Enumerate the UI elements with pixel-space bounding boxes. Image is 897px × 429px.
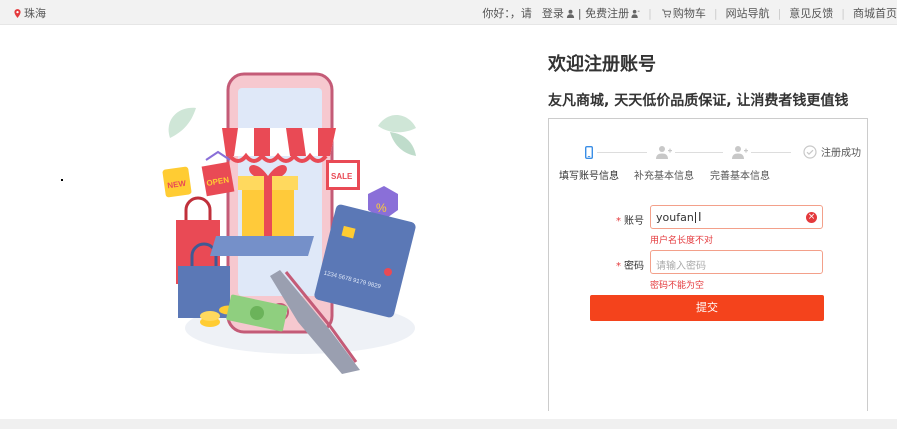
page-title: 欢迎注册账号 — [548, 54, 656, 75]
cart-icon — [661, 9, 671, 18]
text-caret — [694, 212, 696, 223]
step-label: 完善基本信息 — [710, 171, 770, 182]
ibeam-cursor-icon: I — [698, 210, 702, 224]
account-value: youfan — [656, 211, 694, 224]
required-mark: * — [616, 261, 621, 272]
password-row: * 密码 请输入密码 密码不能为空 — [589, 250, 849, 291]
account-label: * 账号 — [616, 216, 644, 227]
user-icon — [566, 9, 575, 18]
step-label: 注册成功 — [821, 148, 861, 159]
account-row: * 账号 youfan I × 用户名长度不对 — [589, 205, 849, 246]
step-supplement-info: 补充基本信息 — [633, 143, 695, 182]
account-input[interactable]: youfan I × — [650, 205, 823, 229]
home-link[interactable]: 商城首页 — [853, 5, 897, 21]
user-plus-icon — [631, 9, 640, 18]
location-selector[interactable]: 珠海 — [14, 5, 46, 21]
register-panel: 填写账号信息 补充基本信息 完善基本信息 注册成功 * 账号 youfan I ×… — [548, 118, 868, 411]
phone-icon — [585, 145, 593, 159]
location-pin-icon — [14, 8, 21, 18]
password-error: 密码不能为空 — [650, 281, 705, 291]
feedback-link[interactable]: 意见反馈 — [789, 5, 833, 21]
page-subtitle: 友凡商城, 天天低价品质保证, 让消费者钱更值钱 — [548, 93, 849, 109]
step-register-success: 注册成功 — [803, 144, 861, 159]
step-label: 填写账号信息 — [559, 171, 619, 182]
login-link[interactable]: 登录 — [542, 5, 575, 21]
clear-input-icon[interactable]: × — [806, 212, 817, 223]
cart-link[interactable]: 购物车 — [660, 5, 706, 21]
password-input[interactable]: 请输入密码 — [650, 250, 823, 274]
register-link[interactable]: | 免费注册 — [578, 5, 640, 21]
password-placeholder: 请输入密码 — [656, 261, 706, 272]
location-text: 珠海 — [24, 7, 46, 20]
check-circle-icon — [803, 144, 817, 159]
shopping-illustration: NEW OPEN SALE % 1234 5678 9179 9829 — [162, 72, 416, 374]
user-plus-icon — [656, 146, 672, 159]
top-bar: 珠海 你好：，请 登录 | 免费注册 | 购物车 | 网站导航 | 意见反馈 |… — [0, 0, 897, 25]
password-label: * 密码 — [616, 261, 644, 272]
account-error: 用户名长度不对 — [650, 236, 714, 246]
step-fill-account: 填写账号信息 — [559, 143, 619, 182]
percent-badge-text: % — [376, 201, 387, 215]
site-nav-link[interactable]: 网站导航 — [726, 5, 770, 21]
step-label: 补充基本信息 — [634, 171, 694, 182]
required-mark: * — [616, 216, 621, 227]
greeting-text: 你好：，请 — [482, 7, 532, 20]
step-progress: 填写账号信息 补充基本信息 完善基本信息 注册成功 — [559, 143, 861, 183]
footer-strip — [0, 419, 897, 429]
submit-button[interactable]: 提交 — [590, 295, 824, 321]
user-plus-icon — [732, 146, 748, 159]
sale-sign-text: SALE — [331, 172, 353, 181]
stray-dot — [61, 179, 63, 181]
step-complete-info: 完善基本信息 — [709, 143, 771, 182]
